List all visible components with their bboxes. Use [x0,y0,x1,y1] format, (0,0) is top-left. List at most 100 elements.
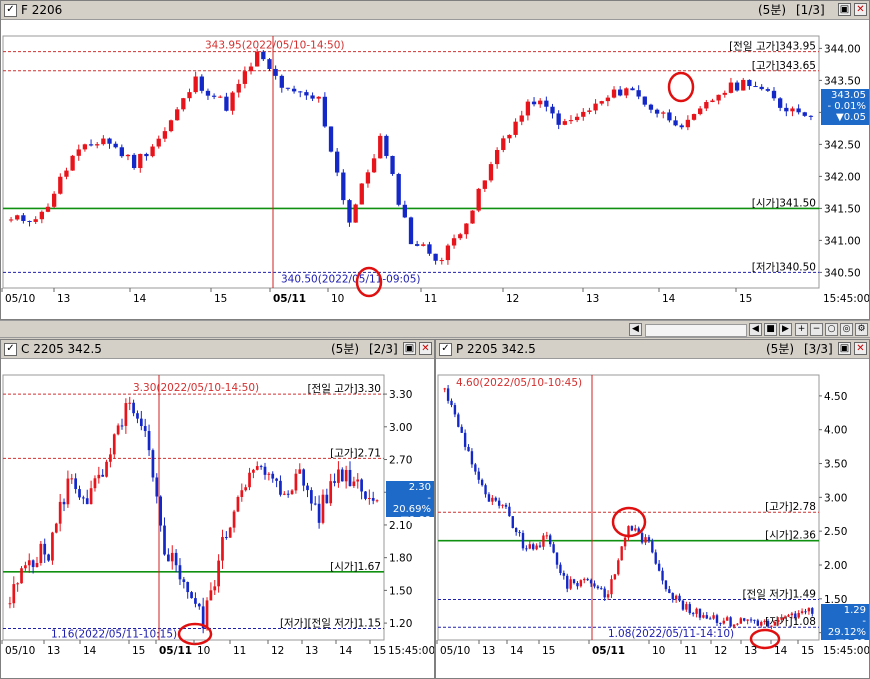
call-chart-titlebar: ✓ C 2205 342.5 (5분) [2/3] ▣ ✕ [1,340,434,359]
zoom-out-icon[interactable]: − [810,323,823,336]
candle-body [765,89,771,91]
x-tick-label: 10 [652,645,665,657]
candle-body [544,100,549,107]
candle-body [27,220,32,222]
candle-body [770,625,773,627]
candle-body [691,613,695,615]
stop-icon[interactable]: ■ [764,323,777,336]
candle-body [116,425,120,435]
restore-icon[interactable]: ▣ [403,342,416,355]
candle-body [168,120,174,132]
candle-body [549,535,552,545]
restore-icon[interactable]: ▣ [838,342,851,355]
x-tick-label: 14 [339,645,353,657]
zoom-area-icon[interactable]: ◎ [840,323,853,336]
tool-icon[interactable]: ⚙ [855,323,868,336]
badge-price: 2.30 [408,482,431,493]
candle-body [753,619,756,621]
chart-title: C 2205 342.5 [21,342,102,356]
first-page-icon[interactable]: ◀ [749,323,762,336]
candle-body [606,594,610,598]
candle-body [722,620,725,624]
candle-body [617,560,620,575]
candle-body [51,532,54,561]
futures-candle-chart[interactable]: 344.00343.50343.00342.50342.00341.50341.… [1,20,870,320]
candle-body [497,500,501,506]
candle-body [359,183,364,205]
candle-body [267,59,272,69]
x-tick-label: 10 [331,293,344,305]
candle-body [51,193,57,207]
panel-checkbox[interactable]: ✓ [4,4,17,17]
candle-body [217,560,220,587]
candle-body [325,494,329,504]
candle-body [559,564,562,573]
level-label-open: [시가]1.67 [330,561,381,573]
candle-body [654,552,657,564]
candle-body [402,204,408,218]
chart-period: (5분) [758,3,787,17]
y-tick-label: 2.50 [824,526,847,538]
candle-body [759,86,764,90]
candle-body [610,579,613,595]
x-tick-label: 12 [714,645,727,657]
candle-body [39,543,43,564]
candle-body [427,244,432,254]
candle-body [636,90,641,97]
panel-checkbox[interactable]: ✓ [439,343,452,356]
candle-body [322,96,328,127]
x-tick-label: 15 [132,645,145,657]
candle-body [657,563,661,571]
close-icon[interactable]: ✕ [854,342,867,355]
candle-body [353,204,358,223]
price-annotation: 340.50(2022/05/11-09:05) [281,273,421,285]
close-icon[interactable]: ✕ [854,3,867,16]
put-candle-chart[interactable]: 4.504.003.503.002.502.001.501.00[고가]2.78… [436,359,870,679]
candle-body [408,217,414,245]
candle-body [162,131,168,139]
candle-body [348,469,352,487]
restore-icon[interactable]: ▣ [838,3,851,16]
candle-body [525,548,528,550]
scroll-left-icon[interactable]: ◀ [629,323,642,336]
price-annotation: 3.30(2022/05/10-14:50) [133,382,259,394]
candle-body [673,120,678,126]
candle-body [218,96,223,98]
candle-body [24,565,27,569]
zoom-reset-icon[interactable]: ○ [825,323,838,336]
candle-body [691,114,697,120]
candle-body [519,115,524,122]
candle-body [579,580,583,587]
level-label-prev_low: [전일 저가]1.49 [742,588,816,601]
candle-body [532,544,535,550]
candle-body [45,206,51,212]
candle-body [698,608,702,618]
candle-body [596,586,600,589]
candle-body [16,583,20,585]
zoom-in-icon[interactable]: + [795,323,808,336]
chart-scrollbar[interactable]: ◀ ◀ ■ ▶ + − ○ ◎ ⚙ [0,320,870,338]
candle-body [525,101,531,116]
next-page-icon[interactable]: ▶ [779,323,792,336]
close-icon[interactable]: ✕ [419,342,432,355]
x-tick-label: 05/10 [5,645,35,657]
candle-body [555,552,559,565]
candle-body [286,493,290,495]
y-tick-label: 3.00 [824,492,847,504]
scroll-track[interactable] [645,324,747,337]
candle-body [494,149,500,165]
candle-body [89,488,93,505]
candle-body [125,154,131,157]
panel-checkbox[interactable]: ✓ [4,343,17,356]
candle-body [82,497,85,499]
y-tick-label: 3.30 [389,389,412,401]
candle-body [367,498,371,500]
candle-body [230,92,235,111]
candle-body [205,600,209,629]
candle-body [605,97,611,102]
call-candle-chart[interactable]: 3.303.002.702.402.101.801.501.20[전일 고가]3… [1,359,435,679]
candle-body [128,402,132,404]
candle-body [807,608,811,612]
candle-body [443,388,446,390]
y-tick-label: 1.80 [389,553,412,565]
